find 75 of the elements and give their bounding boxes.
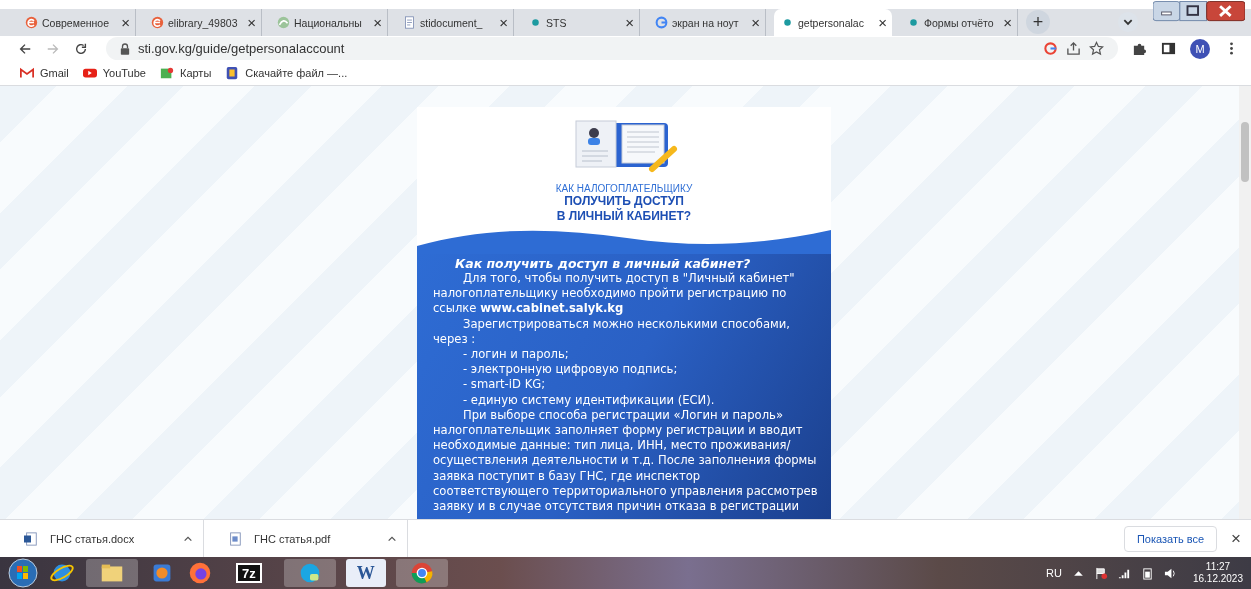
tab-title: stidocument_ — [420, 16, 484, 29]
tab-title: getpersonalac — [798, 16, 865, 29]
caret-icon — [387, 534, 397, 543]
tab-title: Формы отчёто — [924, 16, 995, 29]
e-logo-icon — [25, 16, 38, 29]
tab-close-button[interactable]: × — [1003, 15, 1012, 30]
clock-time[interactable]: 11:27 — [1205, 561, 1231, 573]
infographic-heading: Как получить доступ в личный кабинет? — [454, 256, 752, 271]
back-icon[interactable] — [18, 41, 32, 56]
window-controls-icon[interactable] — [1153, 1, 1245, 23]
close-button[interactable]: × — [1231, 528, 1241, 549]
infographic-kicker: КАК НАЛОГОПЛАТЕЛЬЩИКУ — [555, 183, 693, 194]
bookmark[interactable]: Скачайте файл —... — [225, 66, 348, 80]
side-panel-icon[interactable] — [1161, 41, 1176, 56]
url-text: sti.gov.kg/guide/getpersonalaccount — [138, 41, 345, 56]
tab-close-button[interactable]: × — [499, 15, 508, 30]
clock-date[interactable]: 16.12.2023 — [1192, 573, 1243, 585]
infographic-paragraph: При выборе способа регистрации «Логин и пароль» налогоплательщик заполняет форму регистрации и вводит необходимые данные: тип лица, ИНН, место проживания/осуществления деятельности и т.д. После заполнения формы заявка поступит в базу ГНС, где инспектор соответствующего территориального управления рассмотрев заявку и в случае отсутствия причин отказа в регистрации — [433, 407, 819, 515]
scrollbar[interactable] — [1239, 86, 1251, 519]
language-indicator[interactable]: RU — [1046, 567, 1062, 579]
bookmark[interactable]: Gmail — [20, 66, 69, 80]
map-pin-icon — [159, 66, 174, 80]
site-icon — [907, 16, 920, 29]
google-icon[interactable] — [1043, 41, 1058, 56]
tab-close-button[interactable]: × — [878, 15, 887, 30]
bookmark[interactable]: Карты — [159, 66, 212, 80]
leaf-icon — [277, 16, 290, 29]
tab-close-button[interactable]: × — [373, 15, 382, 30]
pdf-document-icon — [228, 531, 242, 546]
chat-app-icon[interactable] — [283, 559, 336, 587]
chrome-like-icon[interactable] — [395, 559, 448, 587]
tab-title: экран на ноут — [672, 16, 740, 29]
google-icon — [655, 16, 668, 29]
show-all-button[interactable]: Показать все — [1123, 525, 1218, 552]
tab-title: STS — [546, 16, 568, 29]
folder-icon[interactable] — [86, 559, 138, 587]
archiver-app-icon[interactable]: 7z — [236, 563, 262, 583]
tab-close-button[interactable]: × — [751, 15, 760, 30]
file-icon — [225, 66, 240, 80]
site-icon — [529, 16, 542, 29]
infographic-paragraph: Зарегистрироваться можно несколькими способами, через : — [433, 316, 791, 347]
word-document-icon — [24, 531, 38, 546]
tab-close-button[interactable]: × — [121, 15, 130, 30]
word-app-icon[interactable]: W — [345, 559, 386, 587]
flag-icon[interactable] — [1094, 566, 1108, 580]
star-icon[interactable] — [1089, 41, 1104, 56]
puzzle-icon[interactable] — [1132, 41, 1147, 56]
infographic-paragraph: - smart-iD KG; — [462, 377, 547, 393]
infographic-headline: В ЛИЧНЫЙ КАБИНЕТ? — [556, 209, 692, 224]
tab-title: elibrary_49803 — [168, 16, 239, 29]
e-logo-icon — [151, 16, 164, 29]
infographic-headline: ПОЛУЧИТЬ ДОСТУП — [564, 194, 684, 208]
tab-title: Современное — [42, 16, 110, 29]
bookmark[interactable]: YouTube — [82, 66, 146, 80]
browser-tab[interactable]: getpersonalac × — [774, 9, 892, 36]
lock-icon — [120, 42, 130, 55]
play-icon — [82, 66, 97, 80]
new-tab-button[interactable]: + — [1026, 10, 1050, 34]
start-button-icon[interactable] — [8, 558, 38, 588]
caret-icon — [183, 534, 193, 543]
reload-icon[interactable] — [74, 41, 88, 56]
infographic-paragraph: - единую систему идентификации (ЕСИ). — [462, 392, 716, 408]
infographic-paragraph: - логин и пароль; — [462, 347, 570, 363]
infographic-paragraph: - электронную цифровую подпись; — [462, 362, 679, 378]
share-icon[interactable] — [1066, 41, 1081, 56]
site-icon — [781, 16, 794, 29]
mail-icon — [20, 66, 34, 80]
tab-close-button[interactable]: × — [247, 15, 256, 30]
infographic-paragraph: Для того, чтобы получить доступ в "Личный кабинет" налогоплательщику необходимо пройти регистрацию по ссылке www.cabinet.salyk.kg — [433, 271, 796, 317]
document-icon — [403, 16, 416, 29]
address-bar[interactable]: sti.gov.kg/guide/getpersonalaccount — [106, 37, 1118, 60]
profile-avatar[interactable]: M — [1190, 38, 1210, 59]
tab-close-button[interactable]: × — [625, 15, 634, 30]
tab-title: Национальны — [294, 16, 363, 29]
battery-icon[interactable] — [1140, 566, 1154, 580]
